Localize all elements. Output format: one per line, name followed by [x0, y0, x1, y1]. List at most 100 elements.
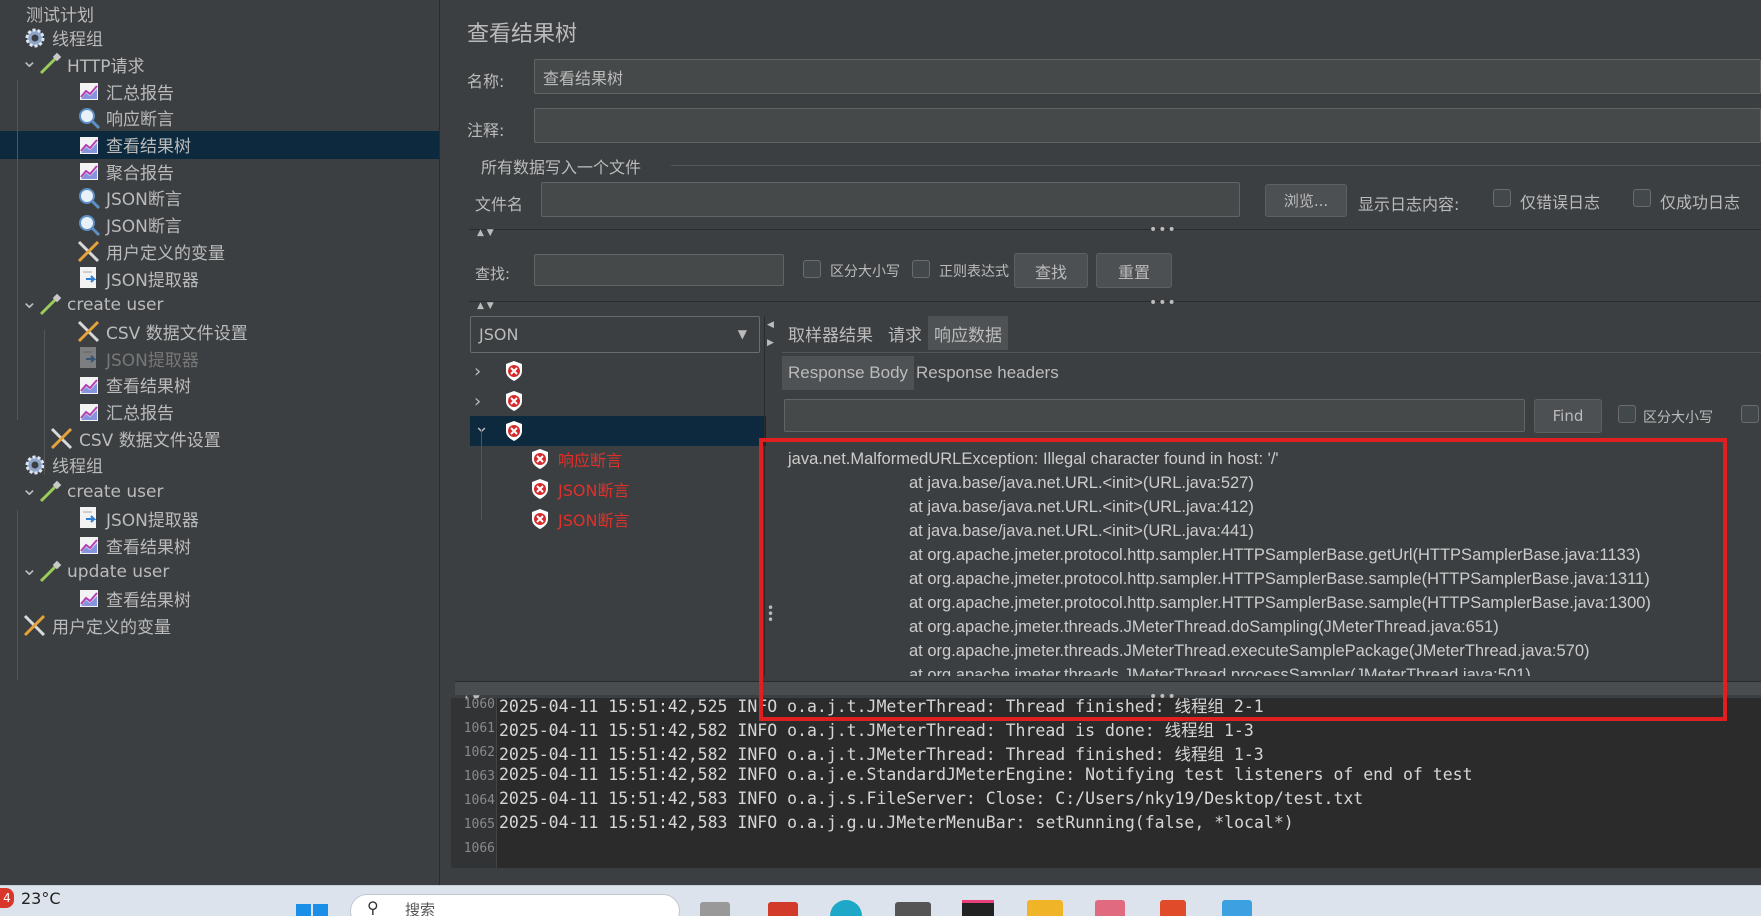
response-regex-checkbox[interactable] — [1741, 405, 1759, 423]
tree-item[interactable]: 线程组 — [0, 451, 439, 479]
response-find-input[interactable] — [784, 399, 1525, 432]
tree-item[interactable]: CSV 数据文件设置 — [0, 317, 439, 345]
success-only-checkbox[interactable] — [1633, 189, 1651, 207]
tools-icon — [49, 426, 75, 450]
response-sub-tab[interactable]: Response Body — [782, 356, 915, 390]
log-line-gutter: 1060 1061 1062 1063 1064 1065 1066 — [451, 697, 497, 868]
splitter-middle[interactable] — [469, 301, 1761, 313]
chevron-down-icon[interactable]: ⌄ — [21, 289, 38, 313]
assertion-row[interactable]: JSON断言 — [530, 474, 629, 504]
taskbar-app-icon-6[interactable] — [1222, 900, 1252, 916]
tree-item[interactable]: JSON断言 — [0, 211, 439, 239]
browse-button[interactable]: 浏览... — [1265, 184, 1347, 217]
sample-guide-line — [481, 430, 482, 520]
chevron-down-icon[interactable]: ⌄ — [21, 556, 38, 580]
tree-item[interactable]: 用户定义的变量 — [0, 611, 439, 639]
taskbar-app-icon-3[interactable] — [895, 902, 931, 916]
taskbar-folder-icon[interactable] — [1027, 900, 1063, 916]
chevron-right-icon[interactable]: › — [474, 391, 494, 412]
tree-item[interactable]: CSV 数据文件设置 — [0, 424, 439, 452]
tree-item[interactable]: 查看结果树 — [0, 531, 439, 559]
response-find-button[interactable]: Find — [1534, 399, 1602, 433]
tree-item[interactable]: 线程组 — [0, 24, 439, 52]
taskbar-app-icon-2[interactable] — [768, 902, 798, 916]
tree-item[interactable]: 响应断言 — [0, 104, 439, 132]
tree-item[interactable]: ⌄ HTTP请求 — [0, 48, 439, 78]
result-tab[interactable]: 请求 — [882, 316, 928, 350]
tree-item[interactable]: JSON提取器 — [0, 264, 439, 292]
search-field[interactable] — [534, 254, 784, 286]
regex-checkbox[interactable] — [912, 260, 930, 278]
assertion-label: JSON断言 — [558, 511, 630, 530]
tree-item-label: 查看结果树 — [106, 590, 191, 611]
taskbar-jetbrains-icon[interactable] — [962, 900, 994, 916]
tree-item[interactable]: ⌄ create user — [0, 476, 439, 506]
graph-icon — [76, 533, 102, 557]
taskbar-app-icon-1[interactable] — [700, 902, 730, 916]
sample-result-tree[interactable]: › › ⌄ 响应断言 JSON断言 JSON断言 — [470, 356, 770, 676]
tree-item[interactable]: 查看结果树 — [0, 584, 439, 612]
result-tab[interactable]: 取样器结果 — [782, 316, 879, 350]
result-tab[interactable]: 响应数据 — [928, 316, 1008, 350]
windows-start-icon[interactable] — [294, 898, 330, 916]
sample-row[interactable]: › — [470, 386, 766, 416]
find-button[interactable]: 查找 — [1014, 253, 1088, 288]
tree-item[interactable]: 汇总报告 — [0, 398, 439, 426]
splitter-arrow-right-icon[interactable]: ▶ — [767, 338, 774, 348]
tree-item[interactable]: JSON断言 — [0, 184, 439, 212]
assertion-row[interactable]: 响应断言 — [530, 444, 622, 474]
tree-item[interactable]: 聚合报告 — [0, 157, 439, 185]
chevron-down-icon[interactable]: ⌄ — [21, 48, 38, 72]
drag-handle-icon[interactable]: ••• — [1149, 222, 1177, 238]
taskbar: 4 23°C ⚲ 搜索 — [0, 885, 1761, 916]
taskbar-search-box[interactable]: ⚲ 搜索 — [350, 894, 680, 916]
splitter-top[interactable] — [469, 229, 1761, 241]
log-line-number: 1061 — [463, 721, 495, 736]
log-content-label: 显示日志内容: — [1358, 195, 1460, 214]
tools-icon — [76, 239, 102, 263]
drag-handle-icon-2[interactable]: ••• — [1149, 295, 1177, 311]
assertion-row[interactable]: JSON断言 — [530, 504, 629, 534]
tree-item[interactable]: JSON提取器 — [0, 504, 439, 532]
reset-button[interactable]: 重置 — [1096, 253, 1172, 288]
temperature-label[interactable]: 23°C — [21, 889, 61, 908]
taskbar-app-icon-4[interactable] — [1095, 900, 1125, 916]
sample-row[interactable]: ⌄ — [470, 416, 766, 446]
name-field[interactable]: 查看结果树 — [534, 59, 1761, 94]
log-console[interactable]: 2025-04-11 15:51:42,525 INFO o.a.j.t.JMe… — [451, 698, 1761, 868]
log-line-number: 1062 — [463, 745, 495, 760]
log-line: 2025-04-11 15:51:42,582 INFO o.a.j.e.Sta… — [499, 765, 1473, 784]
tree-item[interactable]: JSON提取器 — [0, 344, 439, 372]
taskbar-edge-icon[interactable] — [830, 900, 862, 916]
collapse-arrows-icon-2[interactable]: ▲ ▼ — [477, 301, 494, 311]
log-line-number: 1060 — [463, 697, 495, 712]
chevron-down-icon[interactable]: ⌄ — [21, 476, 38, 500]
splitter-arrow-left-icon[interactable]: ◀ — [767, 320, 774, 330]
case-sensitive-checkbox[interactable] — [803, 260, 821, 278]
log-line-number: 1065 — [463, 817, 495, 832]
log-line-number: 1064 — [463, 793, 495, 808]
tree-item[interactable]: 汇总报告 — [0, 77, 439, 105]
collapse-arrows-icon[interactable]: ▲ ▼ — [477, 228, 494, 238]
renderer-select[interactable]: JSON ▼ — [470, 316, 760, 353]
graph-icon — [76, 586, 102, 610]
tree-item[interactable]: 用户定义的变量 — [0, 237, 439, 265]
tree-item[interactable]: 查看结果树 — [0, 130, 439, 159]
errors-only-checkbox[interactable] — [1493, 189, 1511, 207]
comment-field[interactable] — [534, 108, 1761, 143]
errors-only-label: 仅错误日志 — [1520, 193, 1601, 212]
chevron-right-icon[interactable]: › — [474, 361, 494, 382]
chevron-down-icon[interactable]: ⌄ — [474, 416, 494, 437]
tree-item[interactable]: 查看结果树 — [0, 371, 439, 399]
response-case-checkbox[interactable] — [1618, 405, 1636, 423]
response-sub-tab[interactable]: Response headers — [910, 356, 1065, 390]
log-line-number: 1063 — [463, 769, 495, 784]
taskbar-app-icon-5[interactable] — [1160, 900, 1186, 916]
sample-row[interactable]: › — [470, 356, 766, 386]
weather-badge: 4 — [0, 888, 14, 908]
magnifier-icon — [76, 186, 102, 210]
tree-item[interactable]: ⌄ update user — [0, 556, 439, 586]
filename-field[interactable] — [541, 182, 1240, 217]
tree-item[interactable]: ⌄ create user — [0, 289, 439, 319]
test-plan-tree[interactable]: 测试计划 线程组 ⌄ HTTP请求 汇总报告 响应断言 查看结果树 聚合报告 JSON断言 JSO… — [0, 0, 440, 885]
